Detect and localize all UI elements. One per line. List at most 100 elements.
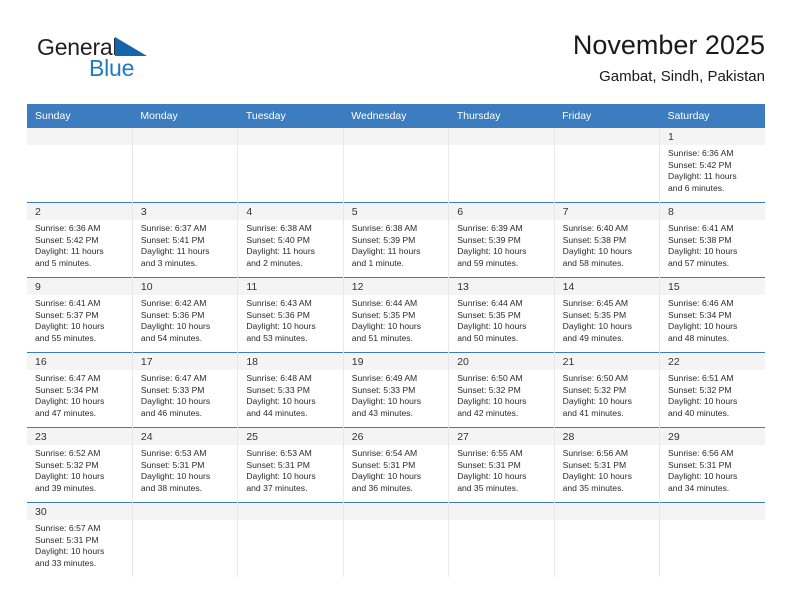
day-details xyxy=(238,520,342,523)
daylight-text-line2: and 55 minutes. xyxy=(35,333,97,344)
daylight-text-line2: and 37 minutes. xyxy=(246,483,308,494)
calendar-day-cell[interactable]: 22 Sunrise: 6:51 AM Sunset: 5:32 PM Dayligh… xyxy=(659,352,765,428)
daylight-text-line2: and 35 minutes. xyxy=(562,483,624,494)
calendar-day-cell[interactable]: 2 Sunrise: 6:36 AM Sunset: 5:42 PM Daylight… xyxy=(27,202,133,278)
calendar-day-cell[interactable]: 18 Sunrise: 6:48 AM Sunset: 5:33 PM Dayligh… xyxy=(237,352,344,428)
day-details xyxy=(27,145,131,148)
sunrise-text: Sunrise: 6:53 AM xyxy=(246,448,312,458)
sunset-text: Sunset: 5:39 PM xyxy=(351,234,416,245)
daylight-text-line1: Daylight: 10 hours xyxy=(351,471,422,482)
weekday-header-tuesday: Tuesday xyxy=(237,104,344,128)
day-details: Sunrise: 6:41 AM Sunset: 5:37 PM Daylight:… xyxy=(27,295,131,345)
calendar-day-cell[interactable]: 16 Sunrise: 6:47 AM Sunset: 5:34 PM Dayligh… xyxy=(27,352,133,428)
day-details: Sunrise: 6:40 AM Sunset: 5:38 PM Daylight:… xyxy=(555,220,659,270)
day-details: Sunrise: 6:56 AM Sunset: 5:31 PM Daylight:… xyxy=(660,445,765,495)
calendar-day-cell[interactable] xyxy=(343,502,450,577)
day-number xyxy=(343,128,448,145)
calendar-day-cell[interactable] xyxy=(237,128,344,203)
sunrise-text: Sunrise: 6:42 AM xyxy=(140,298,207,308)
calendar-day-cell[interactable]: 13 Sunrise: 6:44 AM Sunset: 5:35 PM Dayligh… xyxy=(448,277,555,353)
day-number: 20 xyxy=(449,353,554,370)
calendar-day-cell[interactable]: 4 Sunrise: 6:38 AM Sunset: 5:40 PM Daylight… xyxy=(237,202,344,278)
day-number: 8 xyxy=(660,203,765,220)
day-details xyxy=(449,145,553,148)
sunrise-text: Sunrise: 6:50 AM xyxy=(562,373,629,383)
calendar-day-cell[interactable] xyxy=(448,502,555,577)
calendar-day-cell[interactable]: 23 Sunrise: 6:52 AM Sunset: 5:32 PM Dayligh… xyxy=(27,427,133,503)
calendar-day-cell[interactable]: 24 Sunrise: 6:53 AM Sunset: 5:31 PM Dayligh… xyxy=(132,427,239,503)
sunset-text: Sunset: 5:38 PM xyxy=(562,234,627,245)
calendar-day-cell[interactable]: 20 Sunrise: 6:50 AM Sunset: 5:32 PM Dayligh… xyxy=(448,352,555,428)
calendar-day-cell[interactable]: 29 Sunrise: 6:56 AM Sunset: 5:31 PM Dayligh… xyxy=(659,427,765,503)
day-details xyxy=(555,145,659,148)
calendar-day-cell[interactable]: 26 Sunrise: 6:54 AM Sunset: 5:31 PM Dayligh… xyxy=(343,427,450,503)
day-number xyxy=(132,503,237,520)
sunset-text: Sunset: 5:31 PM xyxy=(562,459,627,470)
calendar-day-cell[interactable]: 30 Sunrise: 6:57 AM Sunset: 5:31 PM Dayligh… xyxy=(27,502,133,577)
daylight-text-line1: Daylight: 10 hours xyxy=(140,321,211,332)
calendar-page: General Blue November 2025 Gambat, Sindh… xyxy=(0,0,792,612)
calendar-day-cell[interactable] xyxy=(132,502,239,577)
daylight-text-line2: and 50 minutes. xyxy=(457,333,519,344)
day-details: Sunrise: 6:55 AM Sunset: 5:31 PM Daylight:… xyxy=(449,445,553,495)
calendar-day-cell[interactable]: 19 Sunrise: 6:49 AM Sunset: 5:33 PM Dayligh… xyxy=(343,352,450,428)
calendar-day-cell[interactable]: 9 Sunrise: 6:41 AM Sunset: 5:37 PM Daylight… xyxy=(27,277,133,353)
day-number: 13 xyxy=(449,278,554,295)
calendar-day-cell[interactable] xyxy=(343,128,450,203)
day-details: Sunrise: 6:37 AM Sunset: 5:41 PM Daylight:… xyxy=(133,220,237,270)
calendar-week-row: 16 Sunrise: 6:47 AM Sunset: 5:34 PM Dayligh… xyxy=(27,352,765,428)
day-details: Sunrise: 6:36 AM Sunset: 5:42 PM Daylight:… xyxy=(660,145,765,195)
calendar-day-cell[interactable]: 7 Sunrise: 6:40 AM Sunset: 5:38 PM Daylight… xyxy=(554,202,661,278)
calendar-day-cell[interactable] xyxy=(448,128,555,203)
sunset-text: Sunset: 5:32 PM xyxy=(457,384,521,395)
calendar-day-cell[interactable] xyxy=(554,502,661,577)
day-number: 12 xyxy=(343,278,448,295)
calendar-day-cell[interactable]: 14 Sunrise: 6:45 AM Sunset: 5:35 PM Dayligh… xyxy=(554,277,661,353)
calendar-day-cell[interactable]: 3 Sunrise: 6:37 AM Sunset: 5:41 PM Daylight… xyxy=(132,202,239,278)
calendar-week-row: 9 Sunrise: 6:41 AM Sunset: 5:37 PM Daylight… xyxy=(27,277,765,353)
calendar-day-cell[interactable]: 21 Sunrise: 6:50 AM Sunset: 5:32 PM Dayligh… xyxy=(554,352,661,428)
calendar-day-cell[interactable] xyxy=(659,502,765,577)
calendar-header-row: Sunday Monday Tuesday Wednesday Thursday… xyxy=(27,104,765,128)
day-details xyxy=(133,145,237,148)
sunrise-text: Sunrise: 6:49 AM xyxy=(351,373,418,383)
page-header: General Blue November 2025 Gambat, Sindh… xyxy=(27,28,765,100)
sunrise-text: Sunrise: 6:55 AM xyxy=(457,448,523,458)
calendar-day-cell[interactable] xyxy=(554,128,661,203)
calendar-day-cell[interactable]: 25 Sunrise: 6:53 AM Sunset: 5:31 PM Dayligh… xyxy=(237,427,344,503)
daylight-text-line2: and 49 minutes. xyxy=(562,333,624,344)
brand-logo[interactable]: General Blue xyxy=(27,34,247,96)
calendar-day-cell[interactable]: 11 Sunrise: 6:43 AM Sunset: 5:36 PM Dayligh… xyxy=(237,277,344,353)
day-details: Sunrise: 6:54 AM Sunset: 5:31 PM Daylight:… xyxy=(344,445,448,495)
calendar-day-cell[interactable] xyxy=(237,502,344,577)
calendar-day-cell[interactable]: 5 Sunrise: 6:38 AM Sunset: 5:39 PM Daylight… xyxy=(343,202,450,278)
calendar-day-cell[interactable]: 27 Sunrise: 6:55 AM Sunset: 5:31 PM Dayligh… xyxy=(448,427,555,503)
calendar-day-cell[interactable] xyxy=(132,128,239,203)
weekday-header-saturday: Saturday xyxy=(659,104,765,128)
calendar-day-cell[interactable]: 15 Sunrise: 6:46 AM Sunset: 5:34 PM Dayligh… xyxy=(659,277,765,353)
sunset-text: Sunset: 5:32 PM xyxy=(562,384,627,395)
calendar-day-cell[interactable]: 28 Sunrise: 6:56 AM Sunset: 5:31 PM Dayligh… xyxy=(554,427,661,503)
daylight-text-line1: Daylight: 10 hours xyxy=(668,246,738,257)
day-number: 26 xyxy=(343,428,448,445)
day-details: Sunrise: 6:47 AM Sunset: 5:33 PM Daylight:… xyxy=(133,370,237,420)
calendar-day-cell[interactable]: 8 Sunrise: 6:41 AM Sunset: 5:38 PM Daylight… xyxy=(659,202,765,278)
sunrise-text: Sunrise: 6:54 AM xyxy=(351,448,418,458)
calendar-day-cell[interactable]: 1 Sunrise: 6:36 AM Sunset: 5:42 PM Daylight… xyxy=(659,128,765,203)
daylight-text-line1: Daylight: 10 hours xyxy=(668,396,738,407)
calendar-day-cell[interactable] xyxy=(27,128,133,203)
calendar-day-cell[interactable]: 12 Sunrise: 6:44 AM Sunset: 5:35 PM Dayligh… xyxy=(343,277,450,353)
day-number: 14 xyxy=(554,278,659,295)
day-details: Sunrise: 6:53 AM Sunset: 5:31 PM Daylight:… xyxy=(133,445,237,495)
sunrise-text: Sunrise: 6:47 AM xyxy=(35,373,101,383)
calendar-day-cell[interactable]: 10 Sunrise: 6:42 AM Sunset: 5:36 PM Dayligh… xyxy=(132,277,239,353)
daylight-text-line2: and 35 minutes. xyxy=(457,483,519,494)
sunset-text: Sunset: 5:42 PM xyxy=(668,159,732,170)
calendar-day-cell[interactable]: 6 Sunrise: 6:39 AM Sunset: 5:39 PM Daylight… xyxy=(448,202,555,278)
day-number: 11 xyxy=(238,278,343,295)
sunset-text: Sunset: 5:35 PM xyxy=(457,309,521,320)
sunset-text: Sunset: 5:33 PM xyxy=(351,384,416,395)
day-number: 5 xyxy=(343,203,448,220)
daylight-text-line2: and 47 minutes. xyxy=(35,408,97,419)
calendar-day-cell[interactable]: 17 Sunrise: 6:47 AM Sunset: 5:33 PM Dayligh… xyxy=(132,352,239,428)
